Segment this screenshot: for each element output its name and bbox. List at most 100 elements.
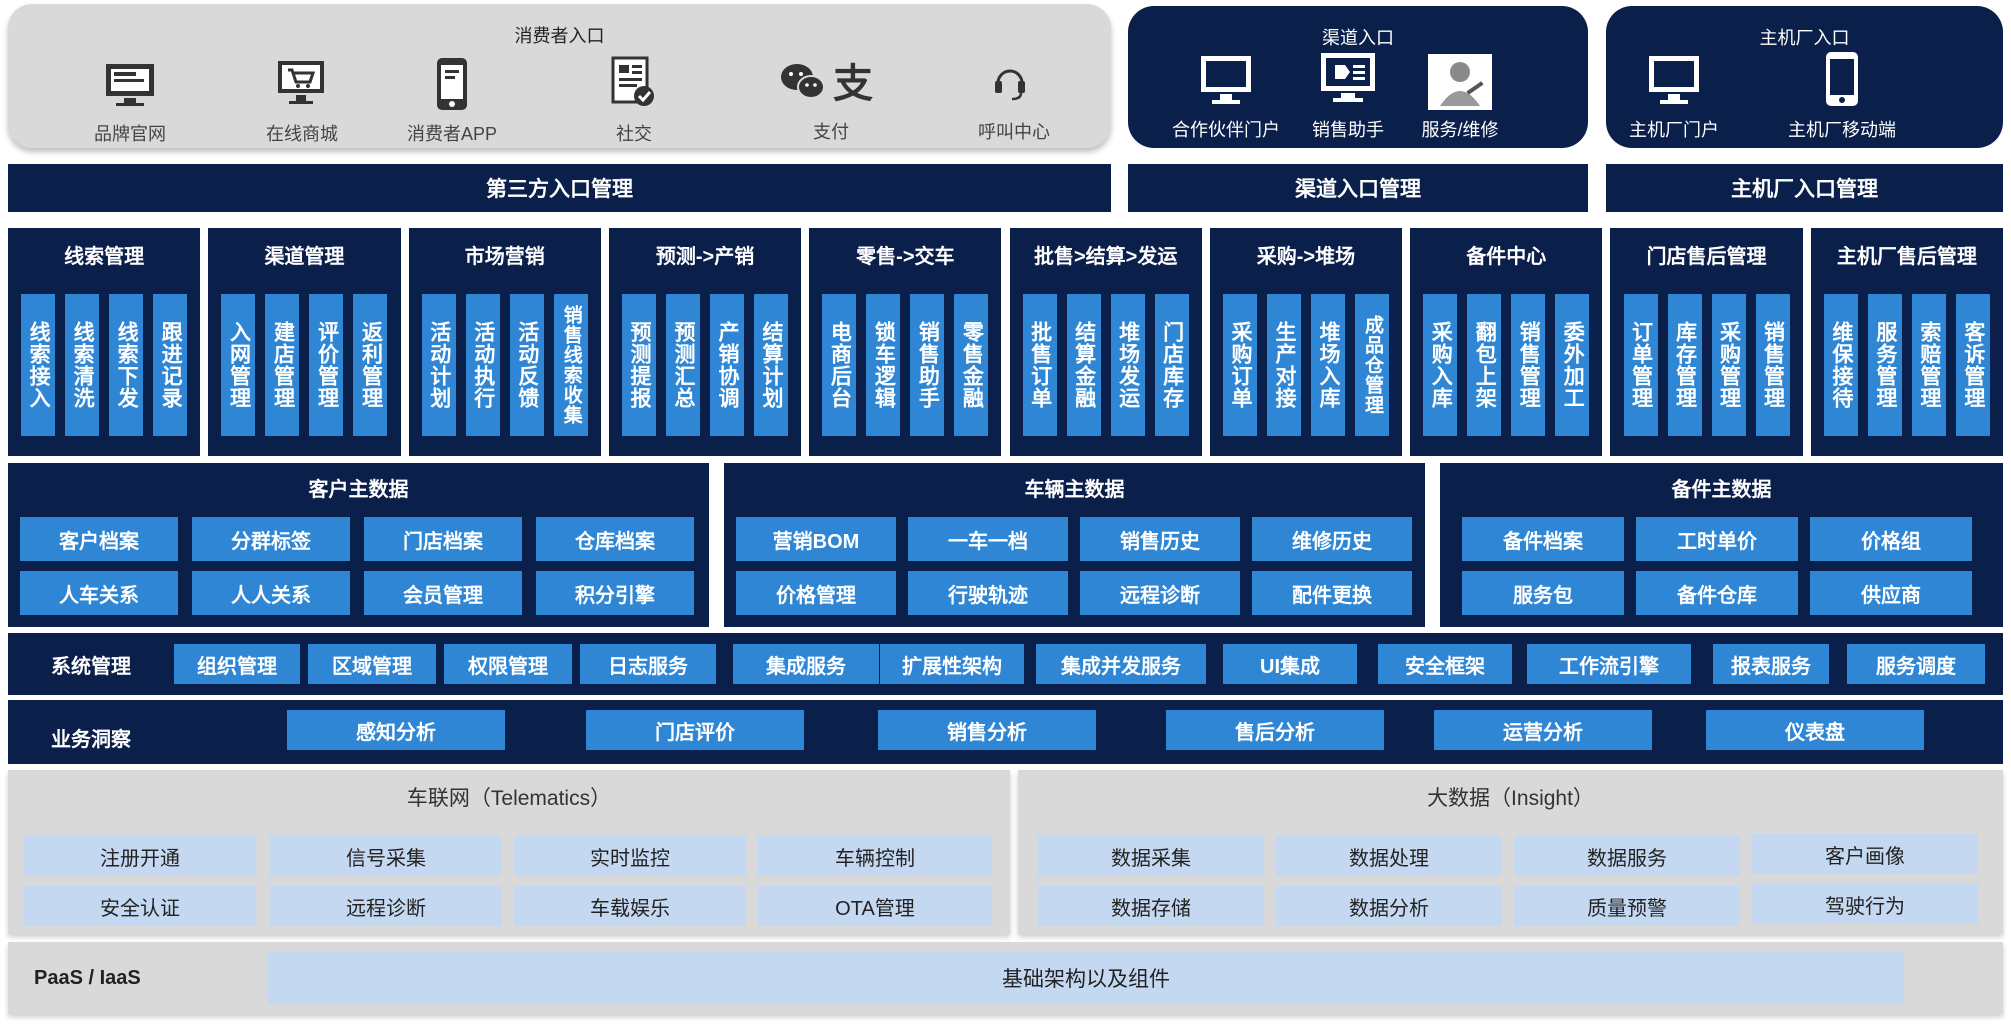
module-title: 门店售后管理	[1646, 245, 1767, 268]
bigdata-tile: 数据存储	[1038, 886, 1264, 926]
module-tile: 成品仓管理	[1354, 294, 1389, 436]
bigdata-title: 大数据（Insight）	[1427, 787, 1594, 810]
customer-master-tile: 分群标签	[192, 517, 350, 561]
module-tile-label: 线索下发	[115, 321, 139, 409]
module-tile-label: 堆场入库	[1316, 321, 1340, 409]
vehicle-master-panel: 车辆主数据 营销BOM 一车一档 销售历史 维修历史 价格管理 行驶轨迹 远程诊…	[724, 463, 1425, 627]
module-tile: 堆场发运	[1110, 294, 1145, 436]
module-tile: 电商后台	[822, 294, 857, 436]
module-tile-label: 评价管理	[315, 321, 339, 409]
module-tile-label: 产销协调	[716, 321, 740, 409]
module-tile-label: 翻包上架	[1473, 321, 1497, 409]
module-tile-label: 成品仓管理	[1361, 315, 1383, 415]
telematics-tile: 注册开通	[24, 836, 256, 876]
customer-master-tile: 门店档案	[364, 517, 522, 561]
module-tile-label: 线索接入	[27, 321, 51, 409]
module-tile-label: 预测汇总	[672, 321, 696, 409]
bigdata-tile: 驾驶行为	[1752, 884, 1978, 924]
insight-tile: 运营分析	[1434, 710, 1652, 750]
social-doc-icon	[608, 54, 658, 110]
module-tile: 活动反馈	[509, 294, 544, 436]
customer-master-title: 客户主数据	[308, 478, 409, 501]
vehicle-master-tile: 维修历史	[1252, 517, 1412, 561]
oem-entry-mgmt: 主机厂入口管理	[1606, 164, 2003, 212]
module-tile-label: 索赔管理	[1917, 321, 1941, 409]
vehicle-master-tile: 行驶轨迹	[908, 571, 1068, 615]
customer-master-tile: 客户档案	[20, 517, 178, 561]
module-tile: 索赔管理	[1911, 294, 1946, 436]
module-tile-label: 生产对接	[1272, 321, 1296, 409]
module-tile: 线索清洗	[65, 294, 100, 436]
module-tile: 采购入库	[1423, 294, 1458, 436]
module-tile: 门店库存	[1154, 294, 1189, 436]
module-tile-label: 结算计划	[760, 321, 784, 409]
module-column: 门店售后管理 订单管理 库存管理 采购管理 销售管理	[1610, 228, 1803, 456]
insight-tile: 销售分析	[878, 710, 1096, 750]
module-tile: 返利管理	[353, 294, 388, 436]
channel-entry-mgmt: 渠道入口管理	[1128, 164, 1588, 212]
module-tile-label: 委外加工	[1561, 321, 1585, 409]
parts-master-tile: 备件仓库	[1636, 571, 1798, 615]
telematics-panel: 车联网（Telematics） 注册开通 信号采集 实时监控 车辆控制 安全认证…	[8, 770, 1010, 934]
module-tile-label: 销售管理	[1517, 321, 1541, 409]
smartphone-icon	[1822, 48, 1862, 110]
consumer-item-label: 支付	[813, 122, 849, 142]
module-column: 采购->堆场 采购订单 生产对接 堆场入库 成品仓管理	[1209, 228, 1403, 456]
customer-master-tile: 仓库档案	[536, 517, 694, 561]
module-tile-label: 活动计划	[427, 321, 451, 409]
vehicle-master-tile: 远程诊断	[1080, 571, 1240, 615]
monitor-icon	[1646, 52, 1702, 108]
module-tile-label: 客诉管理	[1961, 321, 1985, 409]
vehicle-master-tile: 价格管理	[736, 571, 896, 615]
module-tile: 结算计划	[754, 294, 789, 436]
module-tile: 锁车逻辑	[866, 294, 901, 436]
service-person-icon	[1428, 54, 1492, 110]
module-tile: 活动计划	[421, 294, 456, 436]
module-tile: 订单管理	[1623, 294, 1658, 436]
bigdata-panel: 大数据（Insight） 数据采集 数据处理 数据服务 客户画像 数据存储 数据…	[1018, 770, 2003, 934]
module-column: 零售->交车 电商后台 锁车逻辑 销售助手 零售金融	[809, 228, 1002, 456]
bigdata-tile: 数据服务	[1514, 836, 1740, 876]
third-party-entry-mgmt: 第三方入口管理	[8, 164, 1111, 212]
vehicle-master-title: 车辆主数据	[1024, 478, 1125, 501]
module-tile-label: 销售助手	[916, 321, 940, 409]
module-title: 预测->产销	[655, 245, 755, 268]
module-tile: 堆场入库	[1310, 294, 1345, 436]
module-tile: 销售助手	[910, 294, 945, 436]
infrastructure-bar: 基础架构以及组件	[268, 952, 1904, 1004]
module-tile-label: 堆场发运	[1116, 321, 1140, 409]
module-tile-label: 入网管理	[227, 321, 251, 409]
telematics-tile: 实时监控	[514, 836, 746, 876]
consumer-item-label: 社交	[616, 124, 652, 144]
system-service-tile: UI集成	[1223, 644, 1357, 684]
consumer-entry-title: 消费者入口	[514, 26, 605, 46]
module-column: 预测->产销预测提报 预测汇总 产销协调 结算计划	[608, 228, 802, 456]
module-tile-label: 采购入库	[1429, 321, 1453, 409]
channel-entry-title: 渠道入口	[1322, 28, 1394, 48]
customer-master-tile: 人车关系	[20, 571, 178, 615]
oem-entry-panel: 主机厂入口 主机厂门户 主机厂移动端	[1606, 6, 2003, 148]
module-tile-label: 采购管理	[1717, 321, 1741, 409]
module-tile-label: 库存管理	[1673, 321, 1697, 409]
module-tile: 跟进记录	[153, 294, 188, 436]
consumer-entry-panel: 消费者入口 品牌官网 在线商城 消费者APP 社交 支 支付 呼叫中心	[8, 4, 1111, 148]
module-tile-label: 预测提报	[628, 321, 652, 409]
module-tile-label: 锁车逻辑	[872, 321, 896, 409]
module-tile-label: 门店库存	[1160, 321, 1184, 409]
module-tile-label: 维保接待	[1829, 321, 1853, 409]
module-tile: 销售管理	[1511, 294, 1546, 436]
customer-master-panel: 客户主数据 客户档案 分群标签 门店档案 仓库档案 人车关系 人人关系 会员管理…	[8, 463, 709, 627]
system-service-tile: 安全框架	[1378, 644, 1512, 684]
telematics-title: 车联网（Telematics）	[406, 787, 612, 810]
module-title: 线索管理	[64, 245, 145, 268]
system-service-tile: 扩展性架构	[880, 644, 1024, 684]
module-tile-label: 活动反馈	[515, 321, 539, 409]
telematics-tile: 车辆控制	[758, 836, 992, 876]
bigdata-tile: 数据处理	[1276, 836, 1502, 876]
module-tile: 建店管理	[265, 294, 300, 436]
module-tile-label: 活动执行	[471, 321, 495, 409]
consumer-item-label: 在线商城	[266, 124, 338, 144]
module-tile: 入网管理	[221, 294, 256, 436]
system-service-tile: 日志服务	[580, 644, 716, 684]
oem-entry-title: 主机厂入口	[1759, 28, 1850, 48]
